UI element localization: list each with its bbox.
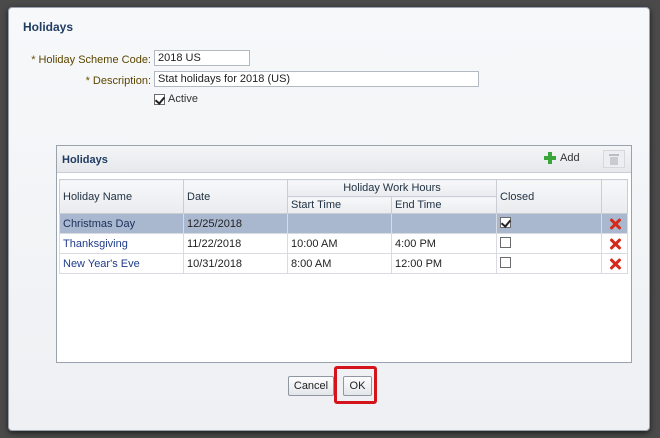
add-label: Add [560, 152, 580, 164]
dialog-title: Holidays [23, 20, 74, 34]
delete-cell [601, 233, 628, 254]
holiday-name-cell: New Year's Eve [59, 253, 184, 274]
required-marker: * [85, 75, 90, 87]
active-checkbox[interactable] [154, 93, 165, 105]
delete-cell [601, 213, 628, 234]
closed-cell [496, 213, 602, 234]
col-header-delete [601, 179, 628, 214]
end-time-cell: 12:00 PM [391, 253, 497, 274]
required-marker: * [31, 54, 36, 66]
table-row[interactable]: Christmas Day 12/25/2018 [59, 213, 628, 234]
plus-icon [544, 152, 556, 164]
scheme-code-label: * Holiday Scheme Code: [29, 54, 151, 66]
scheme-code-label-text: Holiday Scheme Code: [38, 54, 151, 66]
col-header-closed[interactable]: Closed [496, 179, 602, 214]
ok-highlight-callout [334, 366, 377, 404]
date-cell: 12/25/2018 [183, 213, 288, 234]
active-label: Active [168, 93, 198, 105]
col-header-date[interactable]: Date [183, 179, 288, 214]
panel-title: Holidays [62, 154, 108, 166]
end-time-cell [391, 213, 497, 234]
col-header-end-time[interactable]: End Time [391, 196, 497, 214]
add-button[interactable]: Add [544, 152, 580, 164]
col-header-start-time[interactable]: Start Time [287, 196, 392, 214]
delete-row-icon[interactable] [609, 218, 621, 230]
cancel-button[interactable]: Cancel [288, 376, 334, 396]
delete-selected-button[interactable] [603, 150, 625, 168]
start-time-cell: 10:00 AM [287, 233, 392, 254]
holiday-name-cell: Thanksgiving [59, 233, 184, 254]
delete-cell [601, 253, 628, 274]
holidays-dialog: Holidays *Holiday Scheme Code: *Descript… [8, 7, 650, 431]
description-input[interactable] [154, 71, 479, 87]
closed-cell [496, 253, 602, 274]
holidays-panel: Holidays Add Holiday Name Date Holiday W… [56, 145, 632, 363]
active-checkbox-row[interactable]: Active [154, 93, 198, 105]
panel-header: Holidays Add [57, 146, 631, 173]
end-time-cell: 4:00 PM [391, 233, 497, 254]
delete-row-icon[interactable] [609, 258, 621, 270]
date-cell: 10/31/2018 [183, 253, 288, 274]
date-cell: 11/22/2018 [183, 233, 288, 254]
closed-checkbox[interactable] [500, 216, 511, 228]
col-header-holiday-name[interactable]: Holiday Name [59, 179, 184, 214]
holidays-table: Holiday Name Date Holiday Work Hours Clo… [59, 179, 628, 274]
description-label: * Description: [29, 75, 151, 87]
col-header-work-hours: Holiday Work Hours [287, 179, 497, 197]
start-time-cell: 8:00 AM [287, 253, 392, 274]
closed-checkbox[interactable] [500, 256, 511, 268]
closed-checkbox[interactable] [500, 236, 511, 248]
description-label-text: Description: [92, 75, 151, 87]
delete-row-icon[interactable] [609, 238, 621, 250]
trash-icon [609, 154, 619, 165]
holiday-name-cell: Christmas Day [59, 213, 184, 234]
table-row[interactable]: Thanksgiving 11/22/2018 10:00 AM 4:00 PM [59, 233, 628, 254]
closed-cell [496, 233, 602, 254]
start-time-cell [287, 213, 392, 234]
scheme-code-input[interactable] [154, 50, 250, 66]
table-row[interactable]: New Year's Eve 10/31/2018 8:00 AM 12:00 … [59, 253, 628, 274]
